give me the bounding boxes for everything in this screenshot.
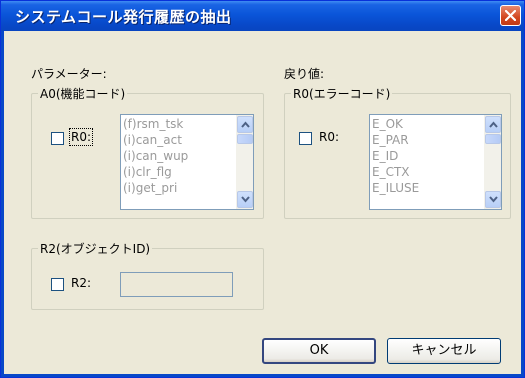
list-item[interactable]: E_ILUSE — [372, 180, 419, 196]
function-code-items: (f)rsm_tsk (i)can_act (i)can_wup (i)clr_… — [123, 116, 188, 196]
window-frame-right — [521, 31, 524, 377]
r0-group-legend: R0(エラーコード) — [293, 87, 391, 101]
cancel-button[interactable]: キャンセル — [387, 338, 501, 364]
list-item[interactable]: (i)can_wup — [123, 148, 188, 164]
function-code-listbox[interactable]: (f)rsm_tsk (i)can_act (i)can_wup (i)clr_… — [120, 114, 254, 210]
list-item[interactable]: (i)can_act — [123, 132, 188, 148]
scroll-thumb[interactable] — [237, 134, 253, 144]
list-item[interactable]: E_ID — [372, 148, 419, 164]
error-code-scrollbar[interactable] — [484, 115, 501, 209]
close-icon — [505, 10, 516, 21]
dialog-window: システムコール発行履歴の抽出 パラメーター: A0(機能コード) R0: (f)… — [0, 0, 525, 378]
list-item[interactable]: E_CTX — [372, 164, 419, 180]
scroll-down-button[interactable] — [485, 191, 501, 208]
scroll-up-button[interactable] — [485, 116, 501, 133]
a0-r0-checkbox[interactable] — [51, 132, 64, 145]
a0-group-legend: A0(機能コード) — [40, 87, 126, 101]
r0-checkbox[interactable] — [299, 132, 312, 145]
window-title: システムコール発行履歴の抽出 — [15, 8, 232, 26]
list-item[interactable]: E_PAR — [372, 132, 419, 148]
list-item[interactable]: (i)get_pri — [123, 180, 188, 196]
parameters-label: パラメーター: — [31, 67, 107, 81]
scroll-up-button[interactable] — [237, 116, 253, 133]
ok-button[interactable]: OK — [262, 338, 376, 364]
close-button[interactable] — [500, 5, 521, 26]
r2-group-legend: R2(オブジェクトID) — [40, 242, 151, 256]
list-item[interactable]: (i)clr_flg — [123, 164, 188, 180]
list-item[interactable]: (f)rsm_tsk — [123, 116, 188, 132]
chevron-down-icon — [489, 196, 498, 203]
a0-r0-checkbox-label[interactable]: R0: — [68, 128, 94, 146]
error-code-listbox[interactable]: E_OK E_PAR E_ID E_CTX E_ILUSE — [369, 114, 502, 210]
r0-checkbox-label[interactable]: R0: — [319, 130, 339, 144]
title-bar[interactable]: システムコール発行履歴の抽出 — [1, 1, 524, 31]
scroll-down-button[interactable] — [237, 191, 253, 208]
scroll-thumb[interactable] — [485, 134, 501, 144]
window-frame-bottom — [1, 374, 524, 377]
function-code-scrollbar[interactable] — [236, 115, 253, 209]
list-item[interactable]: E_OK — [372, 116, 419, 132]
chevron-down-icon — [241, 196, 250, 203]
r2-checkbox-label[interactable]: R2: — [71, 276, 91, 290]
error-code-items: E_OK E_PAR E_ID E_CTX E_ILUSE — [372, 116, 419, 196]
chevron-up-icon — [241, 121, 250, 128]
chevron-up-icon — [489, 121, 498, 128]
return-value-label: 戻り値: — [284, 67, 325, 81]
r2-checkbox[interactable] — [51, 278, 64, 291]
r2-value-field[interactable] — [120, 272, 233, 297]
window-frame-left — [1, 31, 4, 377]
